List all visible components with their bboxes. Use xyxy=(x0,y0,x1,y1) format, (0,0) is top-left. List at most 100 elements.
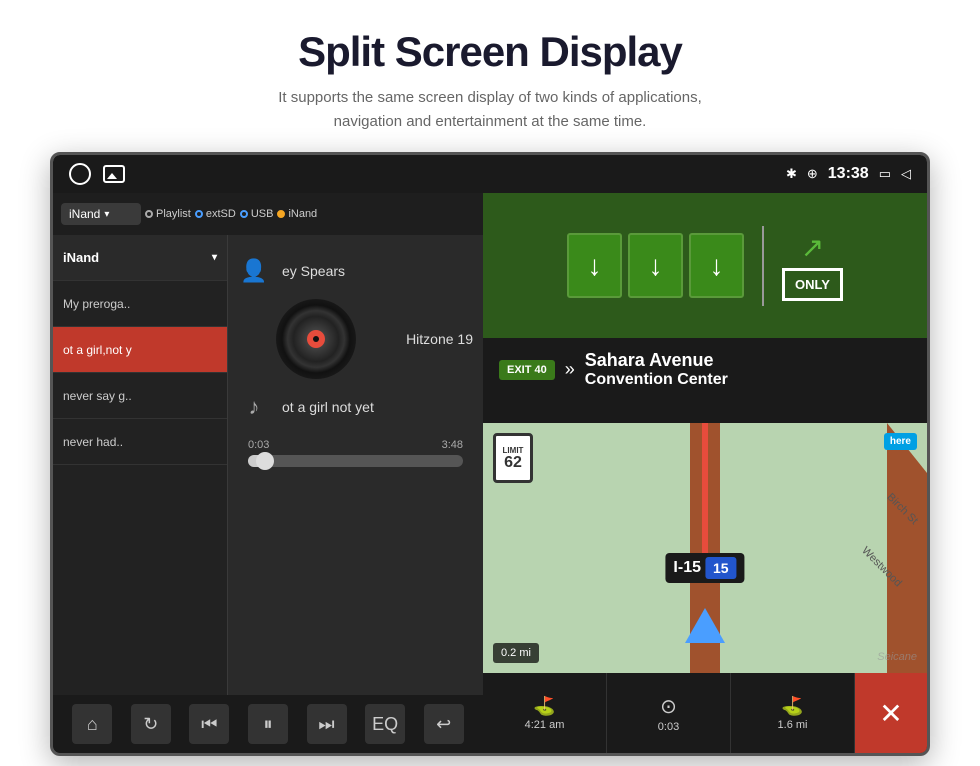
image-icon xyxy=(103,165,125,183)
back-button[interactable]: ↩ xyxy=(424,704,464,744)
next-button[interactable]: ⏭ xyxy=(307,704,347,744)
home-button[interactable]: ⌂ xyxy=(72,704,112,744)
time-current: 0:03 xyxy=(248,439,269,451)
sidebar-track-2[interactable]: ot a girl,not y xyxy=(53,327,227,373)
sidebar-inand-text: iNand xyxy=(63,250,99,265)
page-title: Split Screen Display xyxy=(40,28,940,76)
status-left-icons xyxy=(69,163,125,185)
watermark: Seicane xyxy=(877,651,917,663)
track-album: Hitzone 19 xyxy=(406,331,473,347)
circle-icon xyxy=(69,163,91,185)
nav-eta: 4:21 am xyxy=(525,719,565,731)
inand-label: iNand xyxy=(288,208,317,220)
playlist-label: Playlist xyxy=(156,208,191,220)
controls-bar: ⌂ ↻ ⏮ ⏸ ⏭ EQ ↩ xyxy=(53,695,483,753)
progress-section: 0:03 3:48 xyxy=(238,439,473,467)
track-album-row: Hitzone 19 xyxy=(238,299,473,379)
source-option-extsd[interactable]: extSD xyxy=(195,208,236,220)
only-arrow-icon: ↗ xyxy=(801,231,824,264)
prev-button[interactable]: ⏮ xyxy=(189,704,229,744)
source-dropdown[interactable]: iNand ▾ xyxy=(61,203,141,225)
source-bar: iNand ▾ Playlist extSD USB iNand xyxy=(53,193,483,235)
track-2-title: ot a girl,not y xyxy=(63,343,132,357)
interstate-badge: 15 xyxy=(705,557,737,579)
sidebar-track-3[interactable]: never say g.. xyxy=(53,373,227,419)
speed-limit-sign: LIMIT 62 xyxy=(493,433,533,483)
split-area: iNand ▾ Playlist extSD USB iNand xyxy=(53,193,927,753)
vinyl-hole xyxy=(313,336,319,342)
source-option-inand[interactable]: iNand xyxy=(277,208,317,220)
vinyl-disc xyxy=(276,299,356,379)
eq-button[interactable]: EQ xyxy=(365,704,405,744)
progress-thumb[interactable] xyxy=(256,452,274,470)
arrow-down-icon-1: ↓ xyxy=(588,250,602,282)
flag-start-icon: ⛳ xyxy=(533,696,555,717)
radio-dot-playlist xyxy=(145,210,153,218)
green-arrow-1: ↓ xyxy=(567,233,622,298)
sidebar-source-label[interactable]: iNand ▾ xyxy=(53,235,227,281)
track-info: 👤 ey Spears Hitzone 19 xyxy=(238,255,473,423)
music-note-icon: ♪ xyxy=(238,391,270,423)
device-frame: ✱ ⊕ 13:38 ▭ ◁ iNand ▾ Playlist xyxy=(50,152,930,756)
bluetooth-icon: ✱ xyxy=(786,166,797,182)
status-right: ✱ ⊕ 13:38 ▭ ◁ xyxy=(786,165,911,183)
person-icon: 👤 xyxy=(238,255,270,287)
sidebar-track-4[interactable]: never had.. xyxy=(53,419,227,465)
green-arrow-panel: ↓ ↓ ↓ xyxy=(567,233,744,298)
green-arrow-3: ↓ xyxy=(689,233,744,298)
usb-label: USB xyxy=(251,208,274,220)
exit-sub: Convention Center xyxy=(585,371,728,389)
song-sidebar: iNand ▾ My preroga.. ot a girl,not y nev… xyxy=(53,235,228,695)
radio-dot-inand xyxy=(277,210,285,218)
exit-arrow: » xyxy=(565,359,575,380)
speed-value: 62 xyxy=(504,455,522,471)
track-artist: ey Spears xyxy=(282,263,345,279)
sidebar-track-1[interactable]: My preroga.. xyxy=(53,281,227,327)
route-line xyxy=(702,423,708,573)
i15-sign: I-15 15 xyxy=(665,553,744,583)
flag-end-icon: ⛳ xyxy=(781,696,803,717)
repeat-button[interactable]: ↻ xyxy=(131,704,171,744)
only-sign: ONLY xyxy=(782,268,843,301)
location-icon: ⊕ xyxy=(807,166,818,182)
nav-distance-item: ⛳ 1.6 mi xyxy=(731,673,855,753)
clock-icon: ⊙ xyxy=(660,694,677,719)
here-logo: here xyxy=(884,433,917,450)
nav-drive-time: 0:03 xyxy=(658,721,679,733)
exit-destination: Sahara Avenue xyxy=(585,350,728,371)
road-diag xyxy=(887,423,927,673)
nav-panel: ↓ ↓ ↓ ↗ ONLY xyxy=(483,193,927,753)
progress-track[interactable] xyxy=(248,455,463,467)
dist-info: 0.2 mi xyxy=(493,643,539,663)
radio-dot-usb xyxy=(240,210,248,218)
exit-badge: EXIT 40 xyxy=(499,360,555,380)
nav-arrow-icon xyxy=(685,608,725,643)
map-road-area: LIMIT 62 here Birch St Westwood 0.2 mi I… xyxy=(483,423,927,673)
nav-bottom-bar: ⛳ 4:21 am ⊙ 0:03 ⛳ 1.6 mi ✕ xyxy=(483,673,927,753)
pause-button[interactable]: ⏸ xyxy=(248,704,288,744)
track-4-title: never had.. xyxy=(63,435,123,449)
source-option-playlist[interactable]: Playlist xyxy=(145,208,191,220)
chevron-down-icon: ▾ xyxy=(212,252,217,263)
page-header: Split Screen Display It supports the sam… xyxy=(0,0,980,152)
time-total: 3:48 xyxy=(442,439,463,451)
highway-sign-area: ↓ ↓ ↓ ↗ ONLY xyxy=(483,193,927,338)
arrow-down-icon-2: ↓ xyxy=(649,250,663,282)
extsd-label: extSD xyxy=(206,208,236,220)
vinyl-center xyxy=(307,330,325,348)
exit-sign: EXIT 40 » Sahara Avenue Convention Cente… xyxy=(483,338,927,401)
music-panel: iNand ▾ Playlist extSD USB iNand xyxy=(53,193,483,753)
page-subtitle: It supports the same screen display of t… xyxy=(40,86,940,134)
now-playing: 👤 ey Spears Hitzone 19 xyxy=(228,235,483,695)
song-list: iNand ▾ My preroga.. ot a girl,not y nev… xyxy=(53,235,483,695)
close-x-icon: ✕ xyxy=(879,697,902,730)
source-option-usb[interactable]: USB xyxy=(240,208,274,220)
i15-text: I-15 xyxy=(673,559,701,577)
dropdown-arrow-icon: ▾ xyxy=(104,209,109,220)
nav-close-button[interactable]: ✕ xyxy=(855,673,927,753)
arrow-down-icon-3: ↓ xyxy=(710,250,724,282)
source-label: iNand xyxy=(69,207,100,221)
back-icon: ◁ xyxy=(901,166,911,182)
nav-time-item: ⊙ 0:03 xyxy=(607,673,731,753)
track-title: ot a girl not yet xyxy=(282,399,374,415)
